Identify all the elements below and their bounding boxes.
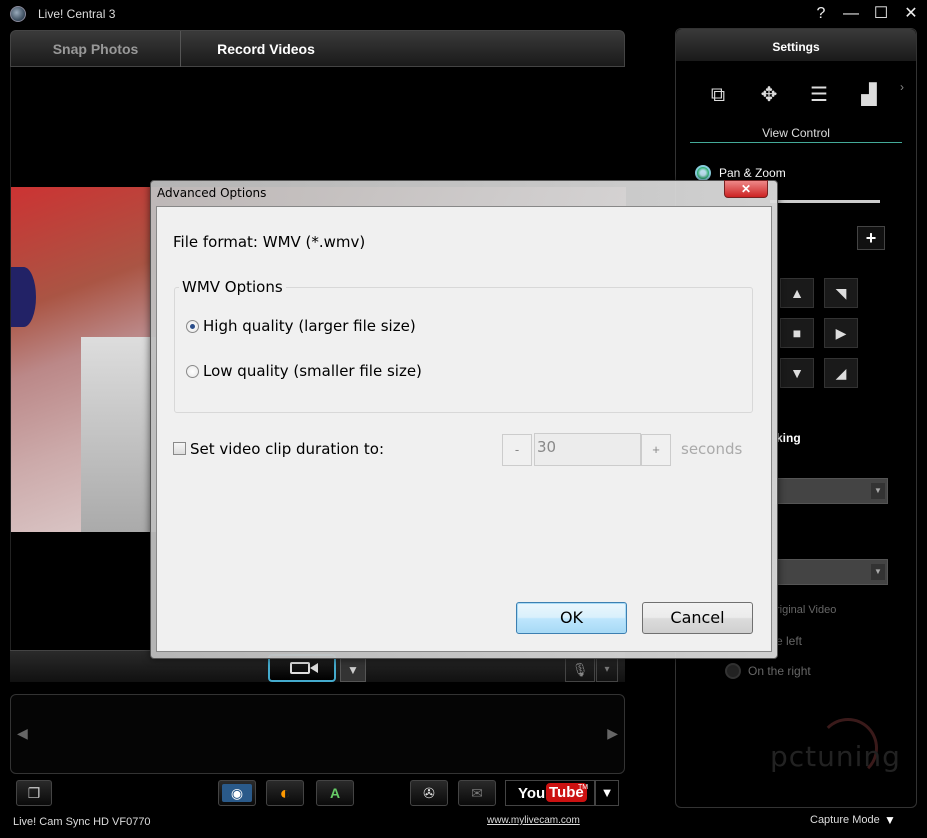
website-link[interactable]: www.mylivecam.com (487, 815, 580, 826)
zoom-in-button[interactable]: + (857, 226, 885, 250)
high-quality-radio[interactable] (186, 320, 199, 333)
film-share-button[interactable]: ✇ (410, 780, 448, 806)
clip-duration-checkbox[interactable] (173, 442, 186, 455)
settings-more-icon[interactable]: › (900, 80, 904, 94)
wmv-options-group (174, 287, 753, 413)
pan-up-right-button[interactable]: ◥ (824, 278, 858, 308)
pan-down-right-button[interactable]: ◢ (824, 358, 858, 388)
watermark-logo: pctuning (770, 740, 901, 773)
tab-record-videos[interactable]: Record Videos (181, 31, 351, 67)
filmstrip-next-button[interactable]: ▶ (607, 725, 618, 742)
chevron-down-icon: ▼ (871, 483, 885, 499)
window-title: Live! Central 3 (38, 7, 116, 21)
mail-icon: ✉ (471, 785, 483, 801)
windows-share-button[interactable]: ❐ (16, 780, 52, 806)
mode-tabs: Snap Photos Record Videos (10, 30, 625, 67)
pan-center-button[interactable]: ■ (780, 318, 814, 348)
dialog-title: Advanced Options (157, 186, 267, 200)
orange-share-button[interactable]: ◐ (266, 780, 304, 806)
file-format-label: File format: WMV (*.wmv) (173, 233, 366, 251)
pan-up-button[interactable]: ▲ (780, 278, 814, 308)
minimize-button[interactable]: — (838, 3, 864, 25)
app-logo-icon (10, 6, 26, 22)
seconds-label: seconds (681, 440, 743, 458)
dialog-close-button[interactable]: ✕ (724, 180, 768, 198)
microphone-button[interactable]: 🎙 (565, 658, 595, 682)
device-label: Live! Cam Sync HD VF0770 (13, 816, 151, 828)
low-quality-radio[interactable] (186, 365, 199, 378)
ok-button[interactable]: OK (516, 602, 627, 634)
film-reel-icon: ✇ (423, 785, 435, 801)
camera-share-button[interactable]: ◉ (218, 780, 256, 806)
maximize-button[interactable]: ☐ (868, 3, 894, 25)
tab-snap-photos[interactable]: Snap Photos (11, 31, 181, 67)
windows-icon: ❐ (27, 785, 41, 801)
filmstrip: ◀ ▶ (10, 694, 625, 774)
duration-increment-button[interactable]: + (641, 434, 671, 466)
view-control-divider (690, 142, 902, 143)
display-icon[interactable]: ⧉ (705, 82, 731, 108)
video-camera-lens-icon (310, 663, 318, 673)
brush-icon[interactable]: ▟ (856, 82, 882, 108)
on-left-label: e left (776, 634, 803, 648)
cancel-button[interactable]: Cancel (642, 602, 753, 634)
face-tracking-label: king (776, 431, 801, 445)
sliders-icon[interactable]: ☰ (806, 82, 832, 108)
video-camera-icon (290, 662, 310, 674)
move-arrows-icon[interactable]: ✥ (756, 82, 782, 108)
dialog-body (156, 206, 772, 652)
high-quality-label[interactable]: High quality (larger file size) (203, 317, 416, 335)
youtube-dropdown[interactable]: ▼ (595, 780, 619, 806)
record-options-dropdown[interactable]: ▼ (340, 658, 366, 682)
zoom-slider[interactable] (770, 200, 880, 203)
pan-zoom-label: Pan & Zoom (719, 166, 786, 180)
pan-right-button[interactable]: ▶ (824, 318, 858, 348)
help-button[interactable]: ? (808, 3, 834, 25)
pan-zoom-radio[interactable] (695, 165, 711, 181)
filmstrip-prev-button[interactable]: ◀ (17, 725, 28, 742)
title-bar (0, 0, 927, 28)
clip-duration-label[interactable]: Set video clip duration to: (190, 440, 384, 458)
wmv-options-legend: WMV Options (179, 278, 286, 296)
settings-select-2[interactable]: ▼ (776, 559, 888, 585)
settings-select-1[interactable]: ▼ (776, 478, 888, 504)
chevron-down-icon: ▼ (871, 564, 885, 580)
duration-decrement-button[interactable]: - (502, 434, 532, 466)
youtube-logo-tm: TM (578, 784, 589, 791)
camera-icon: ◉ (222, 784, 252, 802)
email-share-button[interactable]: ✉ (458, 780, 496, 806)
on-right-radio[interactable] (725, 663, 741, 679)
pan-down-button[interactable]: ▼ (780, 358, 814, 388)
youtube-upload-button[interactable]: You Tube TM (505, 780, 595, 806)
microphone-dropdown[interactable]: ▾ (596, 658, 618, 682)
image-share-button[interactable]: A (316, 780, 354, 806)
webcam-object (11, 267, 36, 327)
capture-mode-dropdown[interactable]: ▼ (884, 813, 896, 827)
youtube-logo-you: You (518, 785, 546, 802)
capture-mode-label[interactable]: Capture Mode (810, 814, 880, 826)
duration-input[interactable]: 30 (534, 433, 641, 466)
low-quality-label[interactable]: Low quality (smaller file size) (203, 362, 422, 380)
image-a-icon: A (329, 785, 341, 801)
close-button[interactable]: ✕ (898, 3, 924, 25)
orange-circle-icon: ◐ (279, 783, 291, 803)
original-video-label: riginal Video (776, 604, 837, 616)
settings-title: Settings (772, 40, 820, 54)
on-right-label: On the right (748, 664, 811, 678)
view-control-heading: View Control (762, 126, 830, 140)
